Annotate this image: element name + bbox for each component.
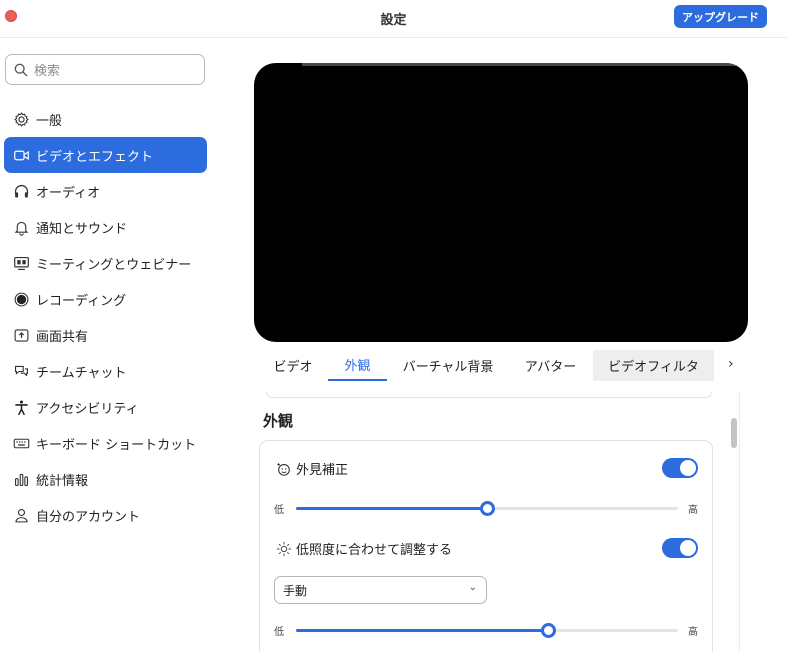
sidebar-nav: 一般 ビデオとエフェクト オーディオ 通知とサウンド ミーティングとウェビナー … [4,101,207,533]
low-light-mode-select[interactable]: 手動 ⌄ [274,576,487,604]
tab-virtual-background[interactable]: バーチャル背景 [395,350,501,381]
sidebar-item-label: 統計情報 [36,473,89,489]
low-light-toggle[interactable] [662,538,698,558]
sidebar-item-keyboard-shortcuts[interactable]: キーボード ショートカット [4,425,207,461]
search-icon [14,63,28,76]
user-icon [12,506,30,524]
sidebar-item-general[interactable]: 一般 [4,101,207,137]
divider [266,392,712,398]
section-title: 外観 [263,412,294,430]
sidebar-item-audio[interactable]: オーディオ [4,173,207,209]
share-screen-icon [12,326,30,344]
chevron-down-icon: ⌄ [468,582,477,593]
slider-fill [296,629,549,632]
meeting-monitor-icon [12,254,30,272]
slider-track[interactable] [296,623,678,638]
sidebar-item-label: ビデオとエフェクト [36,149,154,165]
gear-icon [12,110,30,128]
sidebar-item-meetings[interactable]: ミーティングとウェビナー [4,245,207,281]
slider-high-label: 高 [688,627,698,638]
slider-track[interactable] [296,501,678,516]
touch-up-toggle[interactable] [662,458,698,478]
slider-low-label: 低 [274,627,284,638]
search-input[interactable]: 検索 [5,54,205,85]
tab-avatar[interactable]: アバター [514,350,587,381]
window-title: 設定 [380,13,407,28]
sun-icon [276,541,292,556]
sidebar-item-team-chat[interactable]: チームチャット [4,353,207,389]
chat-icon [12,362,30,380]
select-value: 手動 [283,583,308,598]
upgrade-button[interactable]: アップグレード [674,5,767,28]
appearance-card: 外見補正 低 高 低照度に合わせて調整する 手動 ⌄ 低 高 [259,440,713,652]
settings-tabs: ビデオ 外観 バーチャル背景 アバター ビデオフィルタ › [258,350,787,382]
tab-video-filter[interactable]: ビデオフィルタ [593,350,714,381]
video-preview [254,63,748,342]
scroll-thumb[interactable] [731,418,737,448]
sidebar-item-notifications[interactable]: 通知とサウンド [4,209,207,245]
touch-up-text: 外見補正 [296,463,349,478]
title-bar: 設定 アップグレード [0,0,787,38]
sidebar-item-my-account[interactable]: 自分のアカウント [4,497,207,533]
scrollbar[interactable] [728,392,740,652]
slider-low-label: 低 [274,505,284,516]
tab-appearance[interactable]: 外観 [328,350,387,381]
touch-up-slider[interactable]: 低 高 [274,498,698,518]
low-light-label: 低照度に合わせて調整する [276,539,452,558]
keyboard-icon [12,434,30,452]
appearance-panel: 外観 外見補正 低 高 低照度に合わせて調整する 手動 ⌄ 低 高 [258,392,730,652]
slider-fill [296,507,487,510]
sidebar: 検索 一般 ビデオとエフェクト オーディオ 通知とサウンド ミーティングとウェビ… [0,39,215,652]
low-light-text: 低照度に合わせて調整する [296,543,453,558]
sidebar-item-video-effects[interactable]: ビデオとエフェクト [4,137,207,173]
sidebar-item-label: 通知とサウンド [36,221,128,237]
slider-high-label: 高 [688,505,698,516]
sidebar-item-label: チームチャット [36,365,127,381]
sidebar-item-label: ミーティングとウェビナー [36,257,192,273]
tab-video[interactable]: ビデオ [266,350,320,381]
sidebar-item-label: レコーディング [36,293,127,309]
slider-knob[interactable] [480,501,495,516]
sidebar-item-label: キーボード ショートカット [36,437,197,453]
sidebar-item-recording[interactable]: レコーディング [4,281,207,317]
smile-sparkle-icon [276,462,290,476]
sidebar-item-label: 画面共有 [36,329,89,345]
sidebar-item-label: 一般 [36,113,63,129]
sidebar-item-label: オーディオ [36,185,101,201]
sidebar-item-statistics[interactable]: 統計情報 [4,461,207,497]
statistics-icon [12,470,30,488]
search-placeholder: 検索 [34,64,61,79]
touch-up-label: 外見補正 [276,459,348,478]
sidebar-item-label: アクセシビリティ [36,401,139,417]
headphones-icon [12,182,30,200]
sidebar-item-screen-share[interactable]: 画面共有 [4,317,207,353]
chevron-right-icon[interactable]: › [728,356,742,374]
scroll-track [739,392,740,652]
sidebar-item-label: 自分のアカウント [36,509,141,525]
bell-icon [12,218,30,236]
slider-knob[interactable] [541,623,557,638]
sidebar-item-accessibility[interactable]: アクセシビリティ [4,389,207,425]
settings-window: 設定 アップグレード 検索 一般 ビデオとエフェクト オーディオ 通知とサウンド [0,0,787,652]
preview-edge [302,63,748,66]
video-camera-icon [12,146,30,164]
accessibility-icon [12,398,30,416]
record-icon [12,290,30,308]
low-light-slider[interactable]: 低 高 [274,620,698,640]
